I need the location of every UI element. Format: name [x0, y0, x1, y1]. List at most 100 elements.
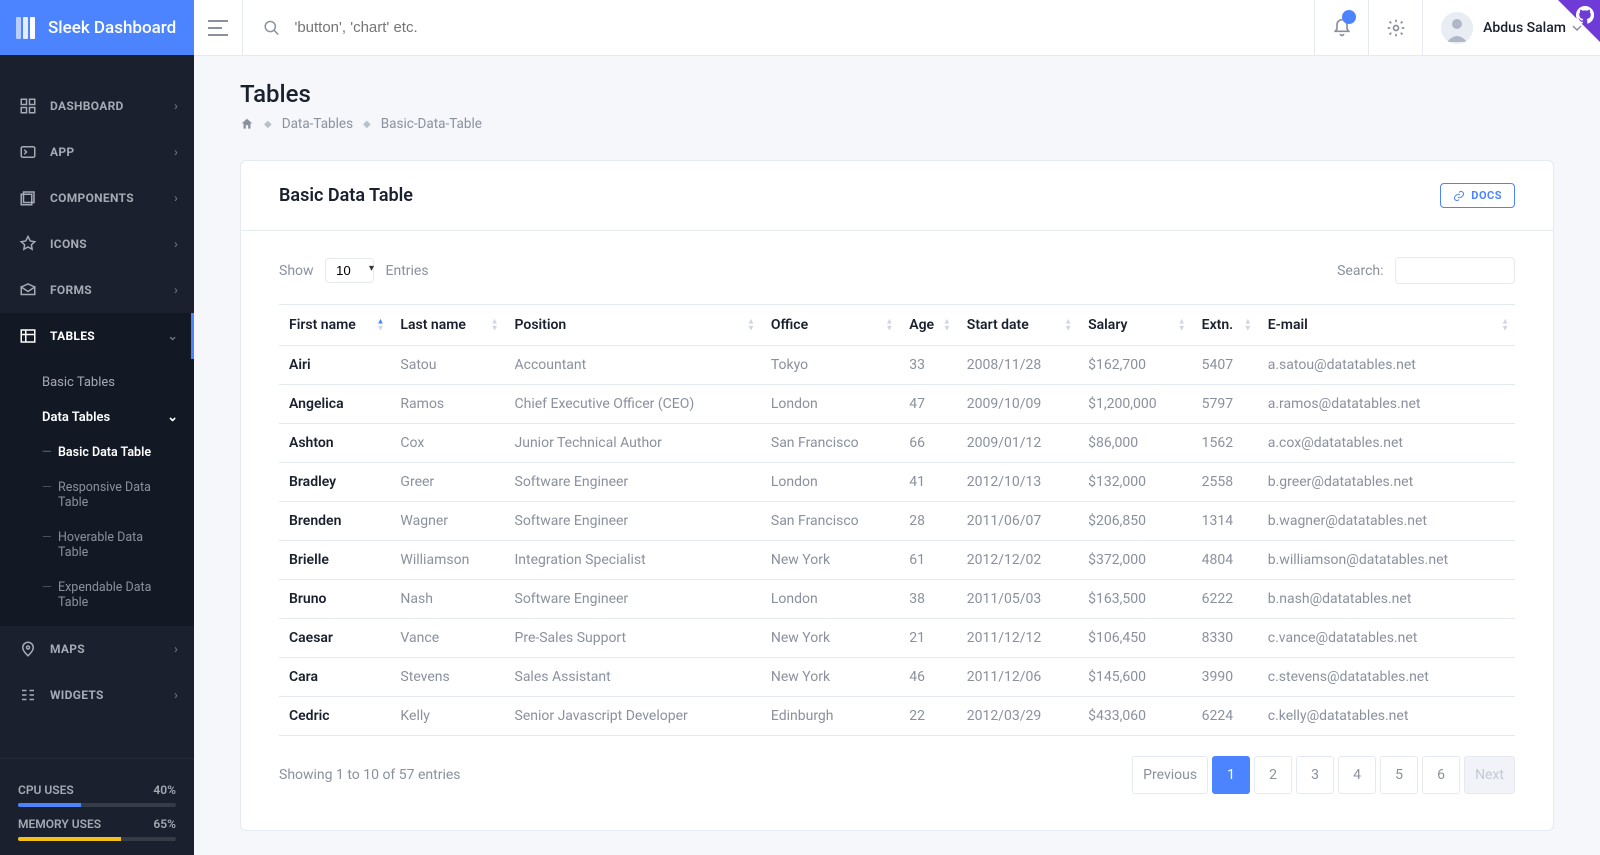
search-bar	[242, 0, 1314, 55]
table-cell: Bruno	[279, 580, 390, 619]
pagination-page[interactable]: 5	[1380, 756, 1418, 794]
table-row: AngelicaRamosChief Executive Officer (CE…	[279, 385, 1515, 424]
table-cell: 2009/10/09	[957, 385, 1078, 424]
table-cell: Wagner	[390, 502, 504, 541]
table-cell: c.kelly@datatables.net	[1258, 697, 1515, 736]
table-cell: Junior Technical Author	[505, 424, 761, 463]
table-row: AiriSatouAccountantTokyo332008/11/28$162…	[279, 346, 1515, 385]
table-cell: 2011/06/07	[957, 502, 1078, 541]
column-header[interactable]: Position▲▼	[505, 305, 761, 346]
pagination-page[interactable]: 4	[1338, 756, 1376, 794]
column-header[interactable]: Salary▲▼	[1078, 305, 1192, 346]
subsubnav-item[interactable]: Basic Data Table	[0, 435, 194, 470]
length-select[interactable]: 10	[325, 258, 374, 283]
pagination-prev[interactable]: Previous	[1132, 756, 1208, 794]
search-input[interactable]	[294, 19, 1294, 36]
column-header[interactable]: Office▲▼	[761, 305, 899, 346]
table-cell: 66	[899, 424, 957, 463]
table-cell: Caesar	[279, 619, 390, 658]
nav-item-maps[interactable]: MAPS›	[0, 626, 194, 672]
table-cell: a.cox@datatables.net	[1258, 424, 1515, 463]
breadcrumb-link[interactable]: Data-Tables	[282, 116, 353, 132]
subsubnav-item[interactable]: Hoverable Data Table	[0, 520, 194, 570]
table-cell: 21	[899, 619, 957, 658]
pagination-page[interactable]: 2	[1254, 756, 1292, 794]
sort-icon: ▲▼	[747, 319, 755, 332]
sidebar-toggle[interactable]	[194, 20, 242, 36]
table-cell: Software Engineer	[505, 502, 761, 541]
table-cell: Brielle	[279, 541, 390, 580]
table-row: CaraStevensSales AssistantNew York462011…	[279, 658, 1515, 697]
table-cell: $145,600	[1078, 658, 1192, 697]
chevron-icon: ›	[174, 642, 178, 656]
nav-icon	[18, 142, 38, 162]
pagination-page[interactable]: 1	[1212, 756, 1250, 794]
table-cell: Nash	[390, 580, 504, 619]
card-title: Basic Data Table	[279, 185, 413, 206]
nav-icon	[18, 326, 38, 346]
sort-icon: ▲▼	[1178, 319, 1186, 332]
subsubnav-item[interactable]: Expendable Data Table	[0, 570, 194, 620]
pagination-next[interactable]: Next	[1464, 756, 1515, 794]
table-cell: 33	[899, 346, 957, 385]
nav: DASHBOARD›APP›COMPONENTS›ICONS›FORMS›TAB…	[0, 55, 194, 758]
column-header[interactable]: Start date▲▼	[957, 305, 1078, 346]
column-header[interactable]: First name▲▼	[279, 305, 390, 346]
table-cell: Satou	[390, 346, 504, 385]
table-row: BradleyGreerSoftware EngineerLondon41201…	[279, 463, 1515, 502]
table-row: BrendenWagnerSoftware EngineerSan Franci…	[279, 502, 1515, 541]
brand-title: Sleek Dashboard	[48, 18, 176, 38]
table-cell: Pre-Sales Support	[505, 619, 761, 658]
column-header[interactable]: Last name▲▼	[390, 305, 504, 346]
nav-item-widgets[interactable]: WIDGETS›	[0, 672, 194, 718]
table-cell: $106,450	[1078, 619, 1192, 658]
table-cell: Airi	[279, 346, 390, 385]
chevron-icon: ›	[174, 145, 178, 159]
brand[interactable]: Sleek Dashboard	[0, 0, 194, 55]
table-cell: 2011/05/03	[957, 580, 1078, 619]
column-header[interactable]: Age▲▼	[899, 305, 957, 346]
sort-icon: ▲▼	[1501, 319, 1509, 332]
home-icon[interactable]	[240, 117, 254, 131]
subnav-item[interactable]: Data Tables⌄	[0, 400, 194, 435]
nav-item-components[interactable]: COMPONENTS›	[0, 175, 194, 221]
table-cell: Cedric	[279, 697, 390, 736]
docs-button[interactable]: DOCS	[1440, 183, 1515, 208]
gear-icon	[1386, 18, 1406, 38]
nav-icon	[18, 188, 38, 208]
nav-item-forms[interactable]: FORMS›	[0, 267, 194, 313]
pagination-page[interactable]: 3	[1296, 756, 1334, 794]
breadcrumb: ◆ Data-Tables ◆ Basic-Data-Table	[240, 116, 1554, 132]
notification-badge	[1342, 10, 1356, 24]
sort-icon: ▲▼	[491, 319, 499, 332]
column-header[interactable]: Extn.▲▼	[1192, 305, 1258, 346]
subsubnav-item[interactable]: Responsive Data Table	[0, 470, 194, 520]
card: Basic Data Table DOCS Show 10 Entries	[240, 160, 1554, 831]
table-cell: San Francisco	[761, 502, 899, 541]
settings-button[interactable]	[1368, 0, 1422, 56]
menu-icon	[208, 20, 228, 36]
nav-item-app[interactable]: APP›	[0, 129, 194, 175]
pagination: Previous123456Next	[1132, 756, 1515, 794]
table-cell: 4804	[1192, 541, 1258, 580]
table-cell: 2012/10/13	[957, 463, 1078, 502]
nav-item-icons[interactable]: ICONS›	[0, 221, 194, 267]
nav-item-tables[interactable]: TABLES⌄	[0, 313, 194, 359]
header: Abdus Salam	[194, 0, 1600, 56]
column-header[interactable]: E-mail▲▼	[1258, 305, 1515, 346]
length-control: Show 10 Entries	[279, 258, 429, 283]
table-cell: Cox	[390, 424, 504, 463]
table-cell: New York	[761, 658, 899, 697]
pagination-page[interactable]: 6	[1422, 756, 1460, 794]
table-cell: Tokyo	[761, 346, 899, 385]
table-cell: $206,850	[1078, 502, 1192, 541]
nav-item-dashboard[interactable]: DASHBOARD›	[0, 83, 194, 129]
table-cell: Williamson	[390, 541, 504, 580]
table-search-input[interactable]	[1395, 257, 1515, 284]
nav-icon	[18, 639, 38, 659]
table-cell: 2558	[1192, 463, 1258, 502]
subnav-item[interactable]: Basic Tables	[0, 365, 194, 400]
table-cell: Brenden	[279, 502, 390, 541]
memory-value: 65%	[153, 817, 176, 831]
notifications-button[interactable]	[1314, 0, 1368, 56]
